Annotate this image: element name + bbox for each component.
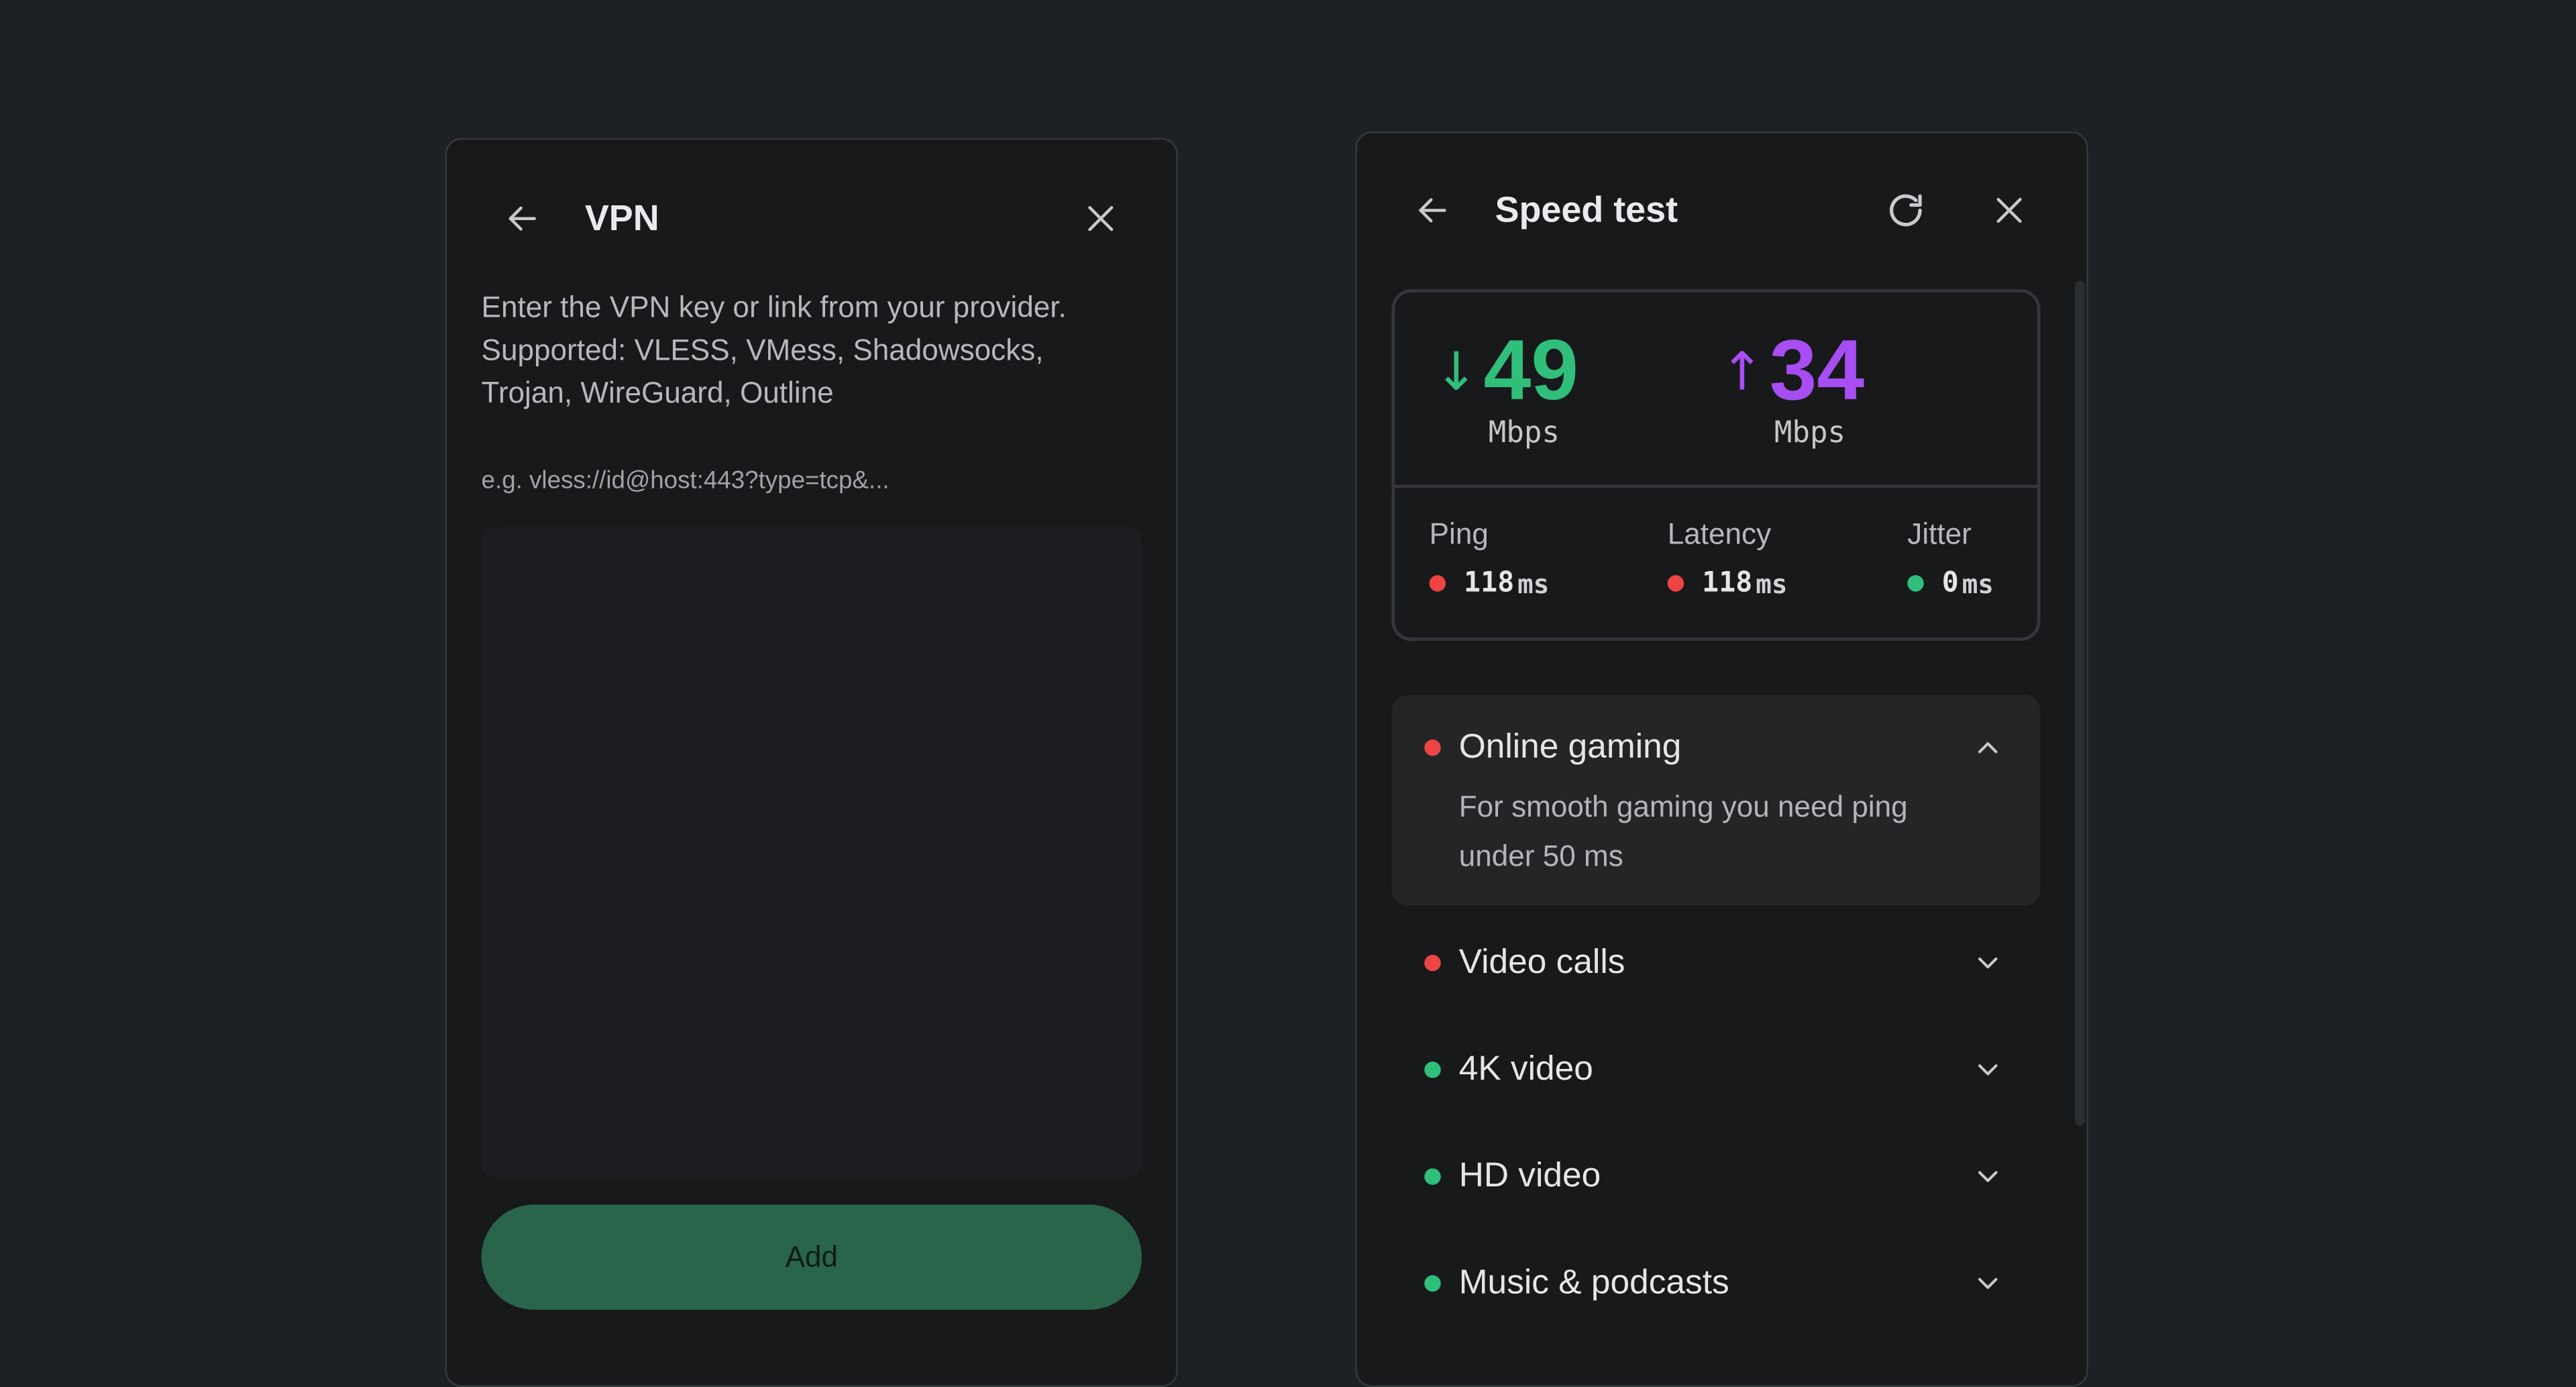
use-case-online-gaming[interactable]: Online gaming For smooth gaming you need… bbox=[1391, 695, 2041, 906]
ping-label: Ping bbox=[1429, 517, 1489, 551]
close-icon bbox=[1993, 194, 2026, 227]
upload-metric: ↑ 34 Mbps bbox=[1720, 322, 1999, 470]
latency-value: 118 bbox=[1702, 566, 1753, 600]
refresh-icon bbox=[1884, 189, 1927, 232]
status-dot bbox=[1424, 1275, 1441, 1292]
divider bbox=[1395, 484, 2037, 489]
arrow-up-icon: ↑ bbox=[1720, 340, 1764, 403]
chevron-down-icon[interactable] bbox=[1972, 1054, 2004, 1086]
ping-value: 118 bbox=[1464, 566, 1515, 600]
vpn-description: Enter the VPN key or link from your prov… bbox=[481, 291, 1067, 409]
use-case-label: Online gaming bbox=[1458, 727, 1682, 766]
status-dot bbox=[1424, 1168, 1441, 1185]
download-unit: Mbps bbox=[1488, 415, 1560, 451]
chevron-up-icon[interactable] bbox=[1972, 731, 2004, 764]
status-dot bbox=[1907, 575, 1924, 592]
status-dot bbox=[1429, 575, 1446, 592]
status-dot bbox=[1424, 1062, 1441, 1078]
download-value: 49 bbox=[1483, 323, 1579, 419]
use-case-label: HD video bbox=[1458, 1157, 1601, 1195]
vpn-key-input[interactable] bbox=[481, 527, 1142, 1178]
use-case-video-calls[interactable]: Video calls bbox=[1391, 911, 2040, 1013]
ping-metric: Ping 118 ms bbox=[1429, 516, 1627, 600]
refresh-button[interactable] bbox=[1883, 187, 1929, 234]
use-case-hd-video[interactable]: HD video bbox=[1391, 1124, 2040, 1226]
close-button[interactable] bbox=[1986, 187, 2033, 234]
add-button[interactable]: Add bbox=[481, 1204, 1142, 1310]
speed-test-panel: Speed test ↓ 49 Mbps ↑ 34 Mbps Ping 118 … bbox=[1355, 131, 2088, 1387]
status-dot bbox=[1424, 739, 1441, 756]
screen: VPN Enter the VPN key or link from your … bbox=[0, 0, 2576, 1387]
use-case-4k-video[interactable]: 4K video bbox=[1391, 1017, 2040, 1119]
vpn-panel: VPN Enter the VPN key or link from your … bbox=[445, 138, 1178, 1387]
use-case-label: Music & podcasts bbox=[1458, 1264, 1729, 1302]
use-case-label: 4K video bbox=[1458, 1049, 1593, 1088]
close-button[interactable] bbox=[1078, 195, 1124, 242]
close-icon bbox=[1084, 202, 1117, 235]
arrow-down-icon: ↓ bbox=[1434, 340, 1479, 403]
download-metric: ↓ 49 Mbps bbox=[1434, 322, 1713, 470]
upload-value: 34 bbox=[1769, 323, 1865, 419]
vpn-title: VPN bbox=[584, 197, 659, 239]
latency-label: Latency bbox=[1667, 517, 1772, 551]
jitter-label: Jitter bbox=[1907, 517, 1972, 551]
chevron-down-icon[interactable] bbox=[1972, 947, 2004, 980]
scrollbar[interactable] bbox=[2075, 280, 2085, 1126]
back-button[interactable] bbox=[499, 195, 545, 242]
latency-unit: ms bbox=[1756, 568, 1788, 599]
jitter-unit: ms bbox=[1962, 568, 1994, 599]
ping-unit: ms bbox=[1517, 568, 1550, 599]
vpn-key-hint: e.g. vless://id@host:443?type=tcp&... bbox=[481, 466, 890, 495]
use-case-description: For smooth gaming you need ping under 50… bbox=[1458, 790, 1908, 873]
status-dot bbox=[1424, 954, 1441, 972]
upload-unit: Mbps bbox=[1774, 415, 1846, 451]
arrow-left-icon bbox=[1415, 193, 1451, 229]
back-button[interactable] bbox=[1409, 187, 1456, 234]
use-case-music-podcasts[interactable]: Music & podcasts bbox=[1391, 1231, 2040, 1333]
arrow-left-icon bbox=[504, 201, 541, 237]
status-dot bbox=[1667, 575, 1684, 592]
jitter-value: 0 bbox=[1941, 566, 1959, 600]
chevron-down-icon[interactable] bbox=[1972, 1160, 2004, 1193]
speed-test-title: Speed test bbox=[1495, 189, 1678, 230]
speed-results-card: ↓ 49 Mbps ↑ 34 Mbps Ping 118 ms Latency bbox=[1391, 289, 2041, 641]
chevron-down-icon[interactable] bbox=[1972, 1267, 2004, 1300]
latency-metric: Latency 118 ms bbox=[1667, 516, 1865, 600]
use-case-label: Video calls bbox=[1458, 943, 1625, 982]
jitter-metric: Jitter 0 ms bbox=[1907, 516, 2086, 600]
